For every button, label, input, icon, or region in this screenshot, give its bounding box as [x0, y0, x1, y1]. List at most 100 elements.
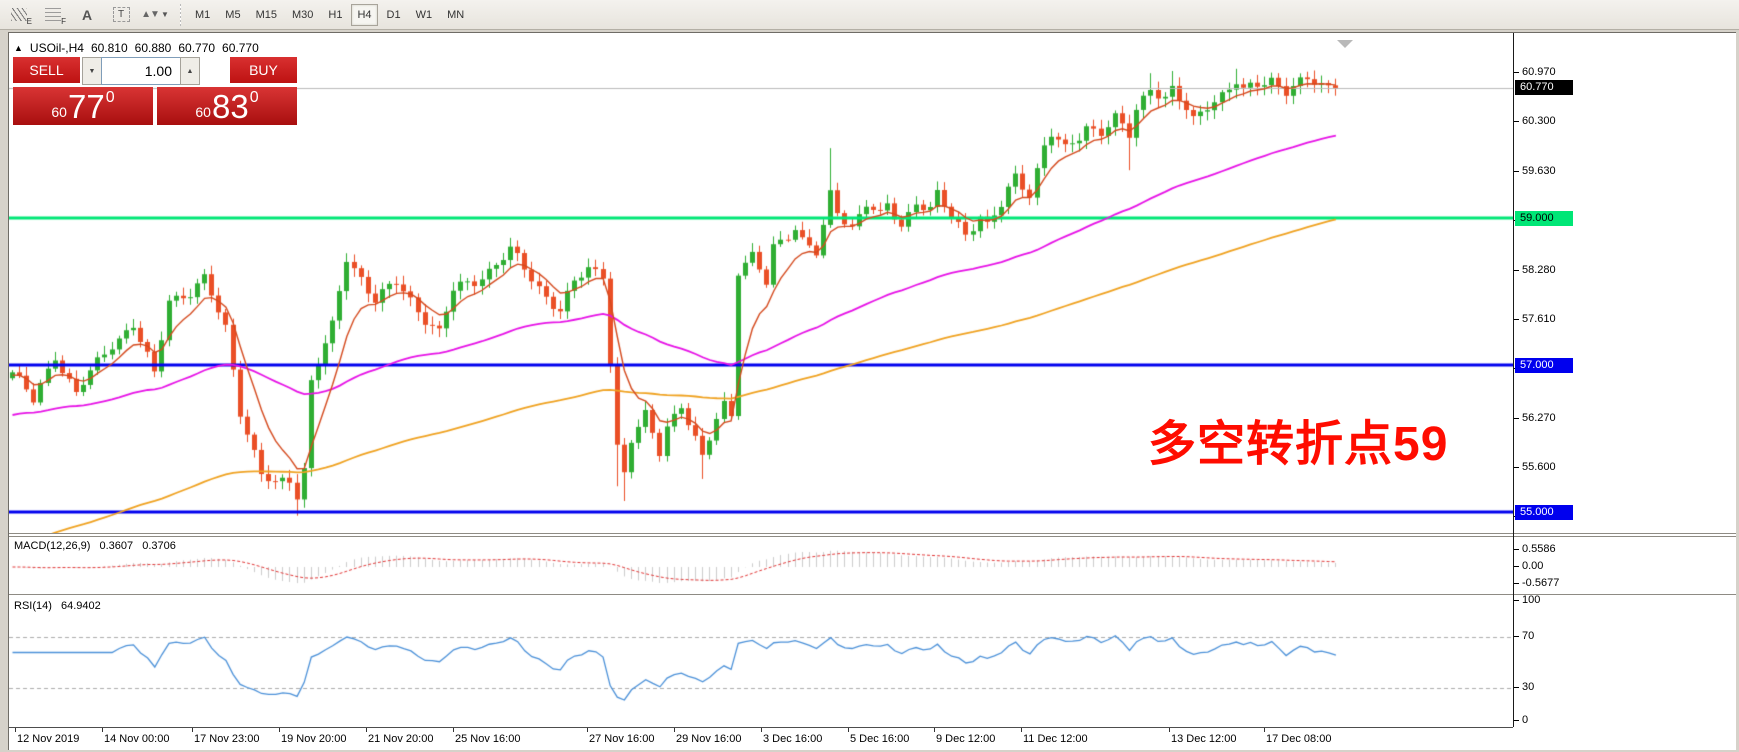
symbol-period-label: USOil-,H4: [30, 41, 84, 55]
fibonacci-icon: [45, 8, 61, 21]
fibonacci-tool-button[interactable]: F: [38, 3, 68, 27]
time-axis-tick: [1021, 728, 1022, 732]
time-axis-tick: [453, 728, 454, 732]
collapse-arrow-icon[interactable]: ▲: [14, 43, 23, 53]
time-axis[interactable]: 12 Nov 2019 14 Nov 00:00 17 Nov 23:00 19 No…: [9, 727, 1513, 750]
time-axis-label: 17 Nov 23:00: [194, 733, 259, 745]
sell-price-main: 77: [68, 90, 105, 123]
price-axis-label: 57.610: [1522, 313, 1556, 325]
timeframe-m15[interactable]: M15: [250, 4, 283, 26]
time-axis-tick: [102, 728, 103, 732]
price-axis-badge: 60.770: [1515, 80, 1573, 95]
buy-price-main: 83: [212, 90, 249, 123]
quote-close: 60.770: [222, 41, 259, 55]
rsi-title: RSI(14): [14, 600, 52, 612]
left-frame-strip: [0, 30, 8, 752]
equidistant-channel-icon: [11, 8, 27, 21]
time-axis-label: 11 Dec 12:00: [1023, 733, 1088, 745]
macd-axis-label: 0.00: [1522, 560, 1543, 572]
rsi-value: 64.9402: [61, 600, 101, 612]
buy-price-sup: 0: [250, 89, 259, 107]
price-axis-label: 59.630: [1522, 165, 1556, 177]
time-axis-tick: [1264, 728, 1265, 732]
macd-axis-label: 0.5586: [1522, 543, 1556, 555]
price-axis-badge: 57.000: [1515, 358, 1573, 373]
time-axis-tick: [192, 728, 193, 732]
macd-value-main: 0.3607: [99, 540, 133, 552]
rsi-axis-label: 70: [1522, 630, 1534, 642]
chevron-down-icon: ▼: [161, 10, 169, 19]
price-axis[interactable]: 60.97060.30059.63058.96058.28057.61056.9…: [1513, 33, 1739, 727]
pane-border[interactable]: [9, 594, 1736, 595]
time-axis-tick: [587, 728, 588, 732]
price-axis-label: 55.600: [1522, 461, 1556, 473]
time-axis-label: 29 Nov 16:00: [676, 733, 741, 745]
timeframe-m30[interactable]: M30: [286, 4, 319, 26]
time-axis-label: 14 Nov 00:00: [104, 733, 169, 745]
timeframe-h4[interactable]: H4: [351, 4, 377, 26]
pane-border[interactable]: [9, 533, 1736, 534]
quote-high: 60.880: [135, 41, 172, 55]
rsi-axis-label: 100: [1522, 594, 1540, 606]
macd-chart-canvas[interactable]: [9, 537, 1513, 594]
price-axis-badge: 59.000: [1515, 211, 1573, 226]
buy-price-prefix: 60: [195, 104, 211, 120]
time-axis-tick: [1169, 728, 1170, 732]
sell-price-panel[interactable]: 60 77 0: [13, 87, 153, 125]
time-axis-label: 12 Nov 2019: [17, 733, 79, 745]
time-axis-tick: [934, 728, 935, 732]
price-axis-label: 60.300: [1522, 115, 1556, 127]
text-label-icon: [113, 7, 130, 22]
timeframe-bar: M1M5M15M30H1H4D1W1MN: [189, 4, 473, 26]
buy-button[interactable]: BUY: [230, 57, 297, 85]
quote-low: 60.770: [178, 41, 215, 55]
time-axis-tick: [366, 728, 367, 732]
timeframe-d1[interactable]: D1: [381, 4, 407, 26]
time-axis-label: 17 Dec 08:00: [1266, 733, 1331, 745]
toolbar: E F ▲▼ ▼ M1M5M15M30H1H4D1W1MN: [0, 0, 1739, 30]
time-axis-label: 25 Nov 16:00: [455, 733, 520, 745]
quote-bar: ▲ USOil-,H4 60.810 60.880 60.770 60.770: [14, 41, 266, 55]
rsi-axis-label: 30: [1522, 681, 1534, 693]
time-axis-label: 5 Dec 16:00: [850, 733, 909, 745]
arrows-tool-button[interactable]: ▲▼ ▼: [140, 3, 170, 27]
volume-increase-button[interactable]: ▲: [180, 57, 200, 85]
time-axis-tick: [279, 728, 280, 732]
arrows-icon: ▲▼: [141, 9, 159, 20]
volume-input[interactable]: [101, 57, 181, 85]
time-axis-label: 21 Nov 20:00: [368, 733, 433, 745]
macd-axis-label: -0.5677: [1522, 577, 1559, 589]
time-axis-tick: [15, 728, 16, 732]
equidistant-channel-tool-button[interactable]: E: [4, 3, 34, 27]
time-axis-tick: [848, 728, 849, 732]
sell-button[interactable]: SELL: [13, 57, 80, 85]
price-axis-label: 60.970: [1522, 66, 1556, 78]
buy-price-panel[interactable]: 60 83 0: [157, 87, 297, 125]
sell-price-prefix: 60: [51, 104, 67, 120]
text-tool-button[interactable]: [72, 3, 102, 27]
time-axis-tick: [761, 728, 762, 732]
macd-header: MACD(12,26,9) 0.3607 0.3706: [14, 540, 182, 552]
time-axis-label: 13 Dec 12:00: [1171, 733, 1236, 745]
rsi-chart-canvas[interactable]: [9, 596, 1513, 727]
timeframe-m1[interactable]: M1: [189, 4, 216, 26]
price-axis-badge: 55.000: [1515, 505, 1573, 520]
time-axis-tick: [674, 728, 675, 732]
rsi-axis-label: 0: [1522, 714, 1528, 726]
time-axis-label: 27 Nov 16:00: [589, 733, 654, 745]
timeframe-w1[interactable]: W1: [410, 4, 439, 26]
text-label-tool-button[interactable]: [106, 3, 136, 27]
macd-title: MACD(12,26,9): [14, 540, 90, 552]
time-axis-label: 9 Dec 12:00: [936, 733, 995, 745]
tool-sub-label: F: [61, 17, 66, 26]
tool-sub-label: E: [27, 17, 32, 26]
time-axis-label: 19 Nov 20:00: [281, 733, 346, 745]
chart-annotation-text: 多空转折点59: [1148, 404, 1448, 474]
price-axis-label: 56.270: [1522, 412, 1556, 424]
sell-price-sup: 0: [106, 89, 115, 107]
timeframe-m5[interactable]: M5: [219, 4, 246, 26]
toolbar-separator: [180, 4, 181, 26]
timeframe-mn[interactable]: MN: [441, 4, 470, 26]
timeframe-h1[interactable]: H1: [322, 4, 348, 26]
volume-decrease-button[interactable]: ▼: [82, 57, 102, 85]
